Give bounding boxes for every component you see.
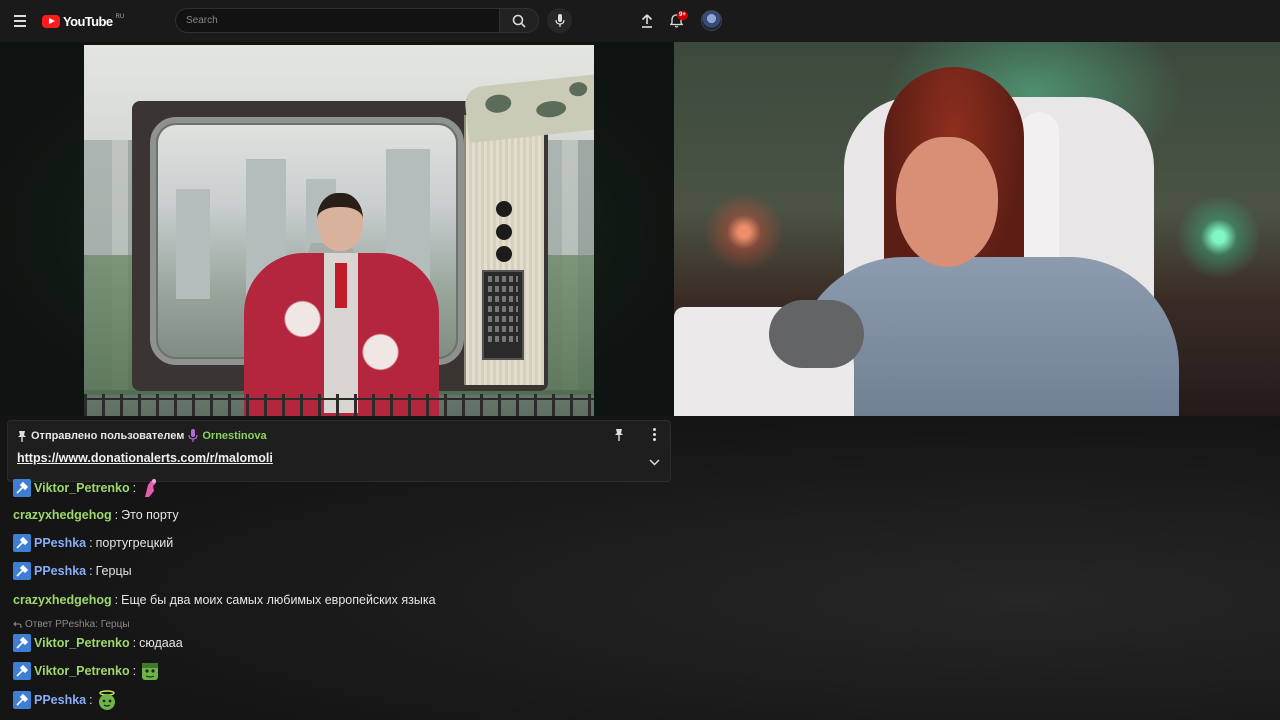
chat-text: Еще бы два моих самых любимых европейски… [121,593,436,607]
mic-icon [554,14,565,27]
mod-badge-icon [13,534,31,552]
avatar[interactable] [701,10,722,31]
chat-username[interactable]: PPeshka [34,564,86,578]
expand-button[interactable] [646,455,662,469]
chat-message: PPeshka: Герцы [13,561,132,581]
chat-separator: : [114,508,119,522]
chat-separator: : [89,693,93,707]
chat-separator: : [132,636,137,650]
orange-lamp [704,192,784,272]
chat-username[interactable]: PPeshka [34,693,86,707]
music-video-pane [0,42,673,416]
pin-icon [18,430,26,442]
reply-text: Ответ PPeshka: Герцы [25,619,130,630]
mod-badge-icon [13,634,31,652]
chat-username[interactable]: Viktor_Petrenko [34,664,130,678]
chat-text: португрецкий [95,536,174,550]
search-input[interactable] [175,8,500,33]
youtube-logo[interactable]: YouTube RU [42,11,124,31]
chat-message: Viktor_Petrenko: [13,661,161,681]
search-icon [512,14,526,28]
chat-text: Это порту [121,508,179,522]
chat-username[interactable]: PPeshka [34,536,86,550]
chat-separator: : [114,593,119,607]
chat-message: Viktor_Petrenko: сюдааа [13,633,183,653]
tv-knob [496,224,512,240]
mod-badge-icon [13,691,31,709]
chat-separator: : [89,536,93,550]
pinned-message: Отправлено пользователем Ornestinova htt… [7,420,671,482]
chat-message: Viktor_Petrenko: [13,478,161,498]
unpin-button[interactable] [612,426,626,442]
mic-badge-icon [188,429,198,442]
more-icon[interactable] [648,426,660,442]
mod-badge-icon [13,662,31,680]
chevron-down-icon [648,458,660,466]
youtube-play-icon [42,14,60,28]
tv-antenna [463,74,594,143]
chat-username[interactable]: Viktor_Petrenko [34,481,130,495]
voice-search-button[interactable] [547,8,572,33]
upload-icon [641,14,653,28]
tv-control-panel [482,270,524,360]
chat-message: crazyxhedgehog: Это порту [13,505,179,525]
video-player[interactable] [0,42,1280,416]
pink-hand-emote [145,479,157,497]
chat-text: сюдааа [139,636,183,650]
chat-message: PPeshka: [13,690,118,710]
upload-button[interactable] [637,11,657,31]
top-bar: YouTube RU 9+ [0,0,1280,42]
chat-separator: : [132,481,137,495]
performer [224,193,454,416]
chat-username[interactable]: crazyxhedgehog [13,593,112,607]
chat-username[interactable]: Viktor_Petrenko [34,636,130,650]
tv-knob [496,201,512,217]
chat-username[interactable]: crazyxhedgehog [13,508,112,522]
music-video-frame [84,45,594,416]
chat-message: crazyxhedgehog: Еще бы два моих самых лю… [13,590,436,610]
chat-message: PPeshka: португрецкий [13,533,173,553]
chat-separator: : [132,664,137,678]
chat-separator: : [89,564,93,578]
pinned-header: Отправлено пользователем Ornestinova [17,429,267,442]
mod-badge-icon [13,562,31,580]
logo-region: RU [115,14,125,20]
logo-text: YouTube [63,13,113,29]
chat-text: Герцы [95,564,132,578]
menu-icon[interactable] [10,11,30,31]
mod-badge-icon [13,479,31,497]
green-halo-emote [98,690,115,710]
pinned-label: Отправлено пользователем [31,429,185,442]
pinned-username[interactable]: Ornestinova [202,430,266,442]
green-lamp [1179,192,1259,282]
notification-badge: 9+ [677,11,688,20]
green-frog-emote [142,663,159,680]
tv-knob [496,246,512,262]
donation-link[interactable]: https://www.donationalerts.com/r/malomol… [17,451,273,465]
reply-icon [13,621,22,628]
microphone [769,300,864,368]
streamer-webcam [674,42,1280,416]
search-button[interactable] [499,8,539,33]
railing [84,394,594,416]
reply-context[interactable]: Ответ PPeshka: Герцы [13,619,130,630]
pin-icon [615,428,623,441]
